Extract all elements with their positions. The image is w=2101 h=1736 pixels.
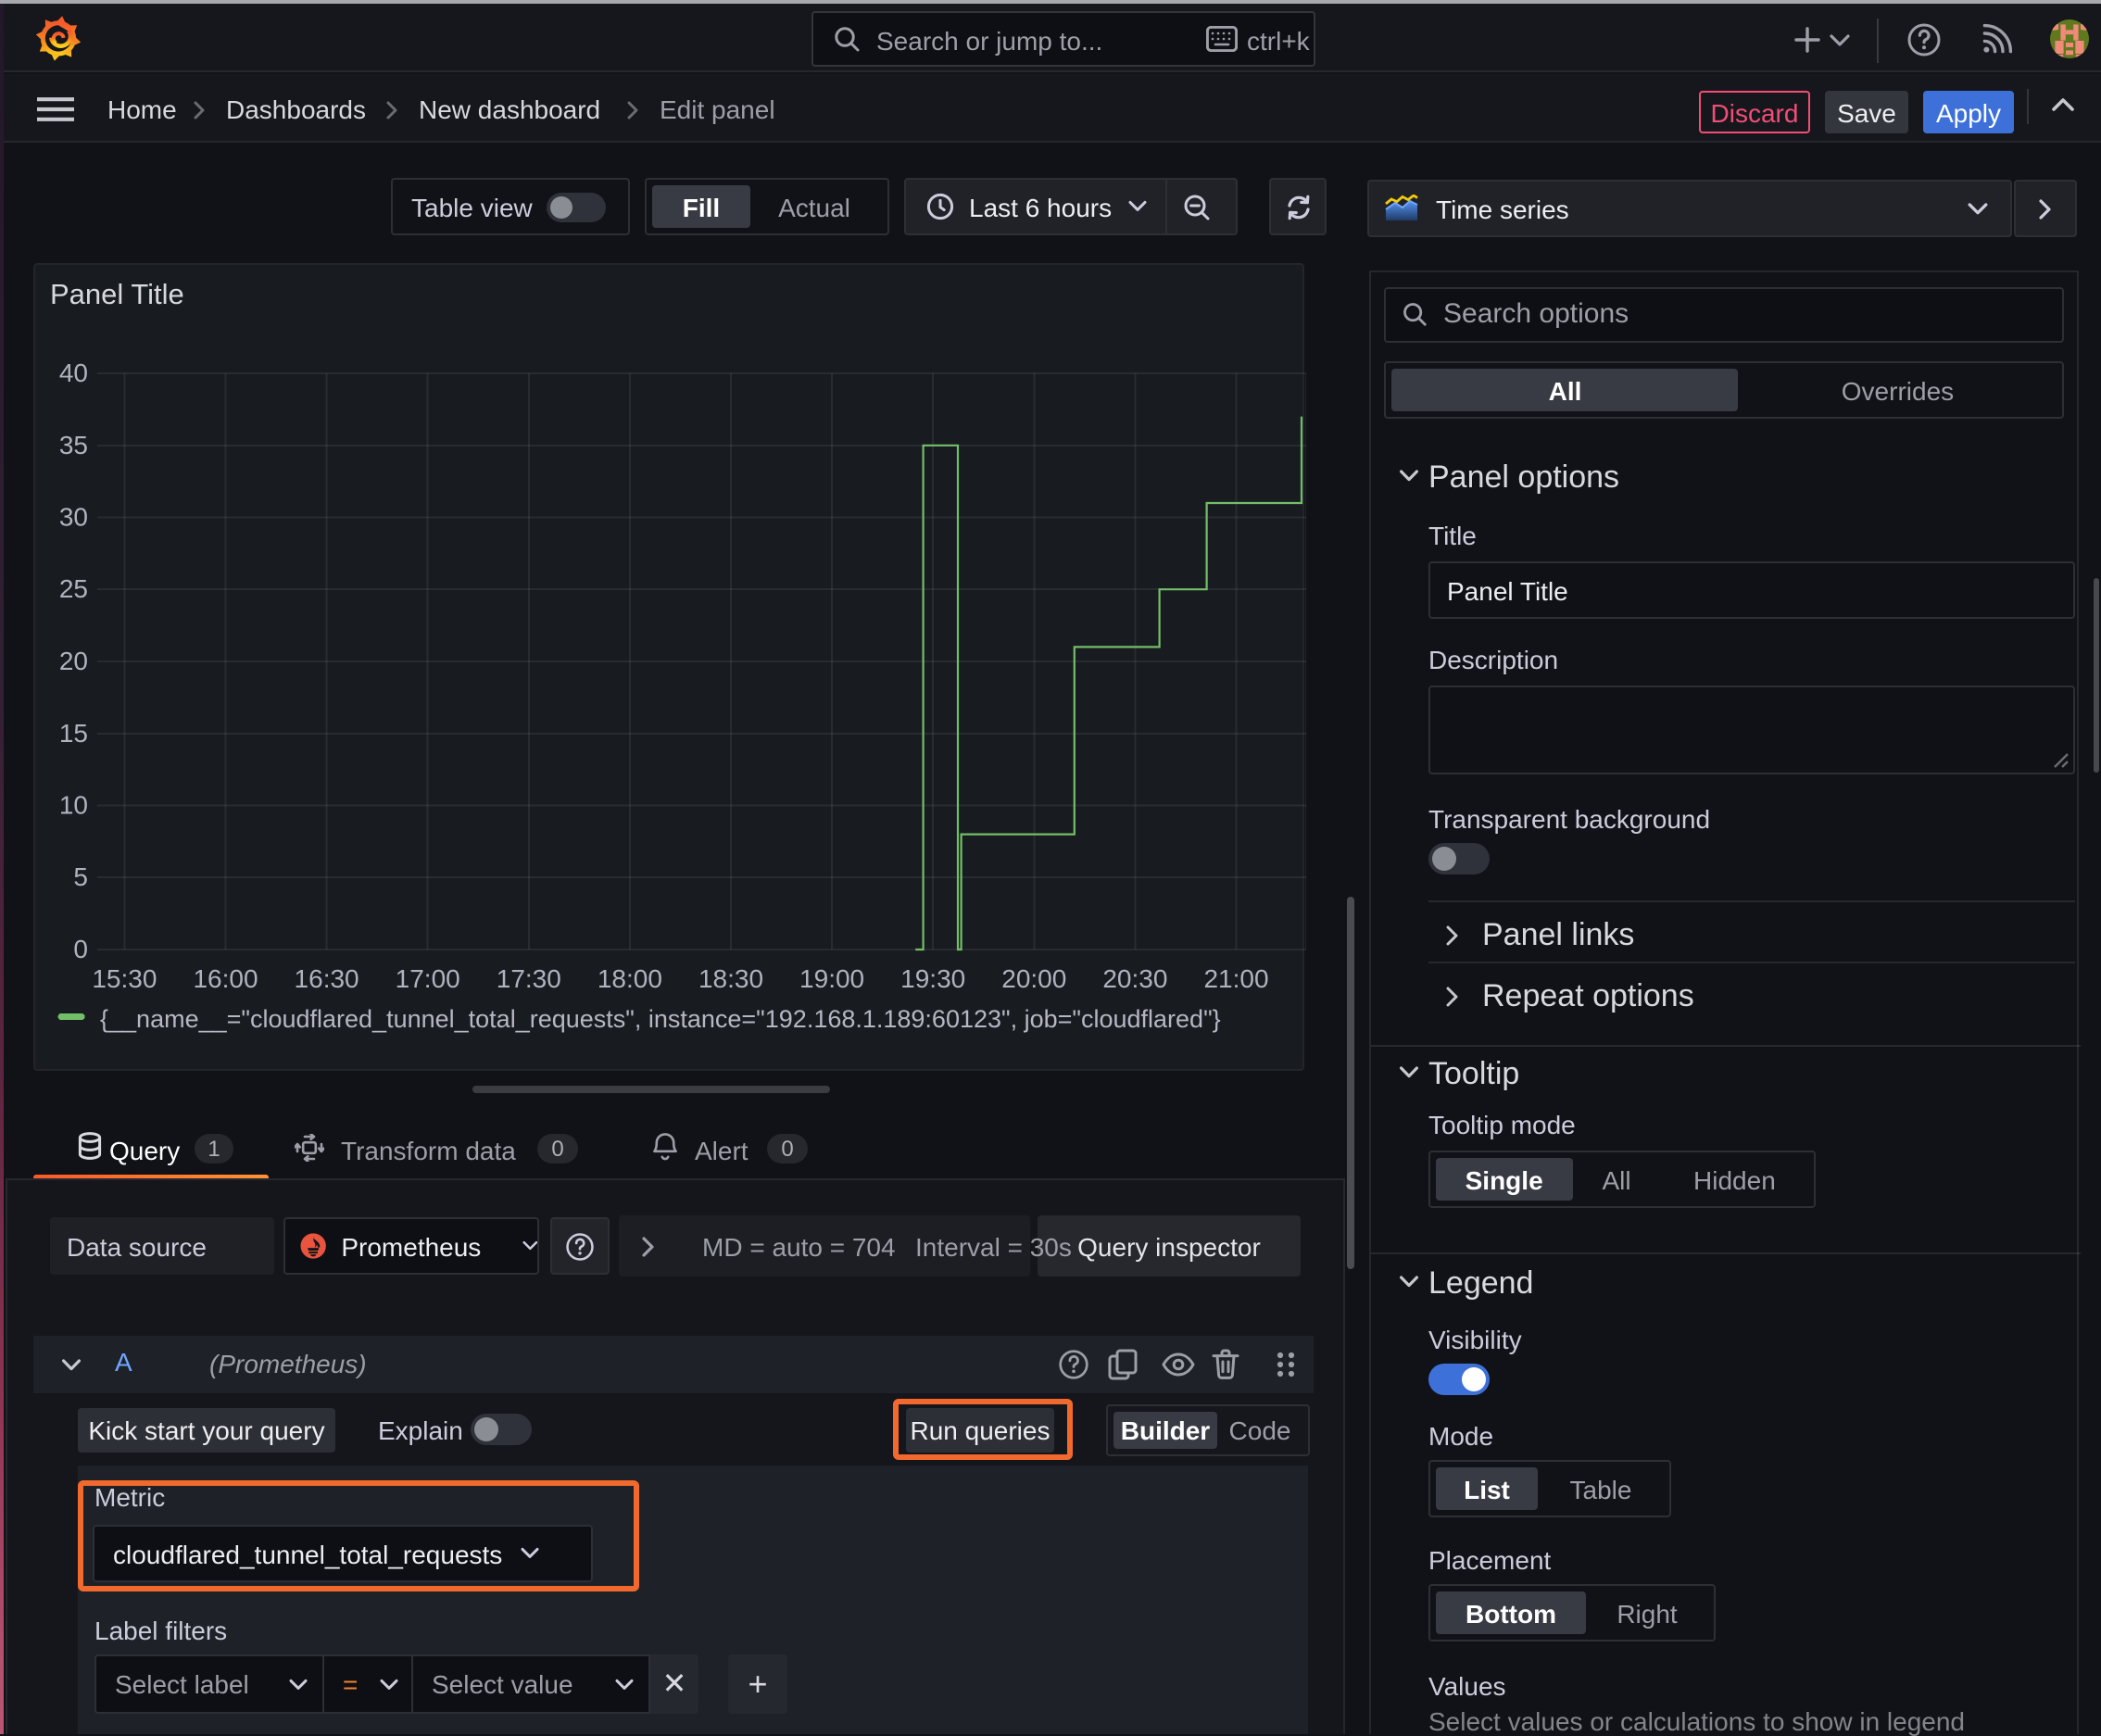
svg-text:16:30: 16:30	[295, 964, 359, 993]
svg-text:25: 25	[59, 574, 88, 603]
svg-text:0: 0	[73, 935, 88, 963]
svg-text:40: 40	[59, 359, 88, 387]
svg-text:15:30: 15:30	[92, 964, 157, 993]
svg-text:20:00: 20:00	[1001, 964, 1066, 993]
svg-text:16:00: 16:00	[193, 964, 258, 993]
svg-text:5: 5	[73, 862, 88, 891]
svg-text:18:00: 18:00	[598, 964, 662, 993]
svg-text:10: 10	[59, 791, 88, 820]
svg-text:17:30: 17:30	[497, 964, 561, 993]
svg-text:20:30: 20:30	[1102, 964, 1167, 993]
svg-text:19:00: 19:00	[799, 964, 864, 993]
svg-text:18:30: 18:30	[698, 964, 763, 993]
svg-text:19:30: 19:30	[900, 964, 965, 993]
svg-text:{__name__="cloudflared_tunnel_: {__name__="cloudflared_tunnel_total_requ…	[100, 1005, 1221, 1033]
svg-text:17:00: 17:00	[396, 964, 460, 993]
svg-text:15: 15	[59, 719, 88, 748]
svg-text:30: 30	[59, 503, 88, 532]
svg-text:20: 20	[59, 647, 88, 675]
svg-text:35: 35	[59, 431, 88, 459]
svg-text:21:00: 21:00	[1203, 964, 1268, 993]
